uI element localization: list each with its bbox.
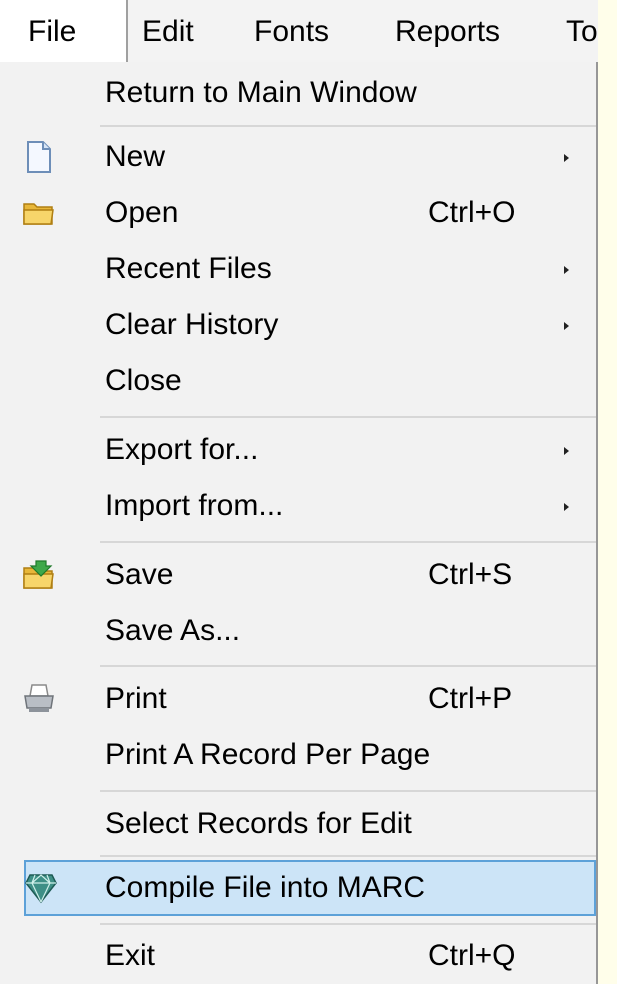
submenu-arrow-icon (564, 503, 569, 511)
menu-separator (100, 541, 596, 543)
submenu-arrow-icon (564, 266, 569, 274)
menu-bar: File Edit Fonts Reports To (0, 0, 598, 62)
menu-item-new[interactable]: New (0, 129, 596, 185)
submenu-arrow-icon (564, 447, 569, 455)
menu-tools[interactable]: To (566, 0, 598, 62)
menu-separator (100, 665, 596, 667)
menu-item-label: Close (105, 364, 182, 397)
menu-fonts[interactable]: Fonts (254, 0, 329, 62)
menu-item-label: Save As... (105, 614, 241, 647)
menu-item-close[interactable]: Close (0, 353, 596, 409)
menu-item-label: Save (105, 558, 174, 591)
menu-separator (100, 790, 596, 792)
new-document-icon (22, 140, 56, 174)
menu-item-label: Print A Record Per Page (105, 738, 431, 771)
shortcut-label: Ctrl+P (428, 682, 513, 715)
menu-separator (100, 416, 596, 418)
menu-item-label: Select Records for Edit (105, 807, 412, 840)
menu-separator (100, 923, 596, 925)
menu-item-label: Return to Main Window (105, 76, 417, 109)
file-menu-dropdown: Return to Main Window New Open Ctrl+O Re… (0, 62, 598, 984)
menu-item-label: Import from... (105, 489, 284, 522)
menu-item-recent-files[interactable]: Recent Files (0, 241, 596, 297)
submenu-arrow-icon (564, 322, 569, 330)
menu-item-clear-history[interactable]: Clear History (0, 297, 596, 353)
shortcut-label: Ctrl+Q (428, 939, 516, 972)
menu-item-print-record-per-page[interactable]: Print A Record Per Page (0, 727, 596, 783)
shortcut-label: Ctrl+S (428, 558, 513, 591)
menu-item-return-main[interactable]: Return to Main Window (0, 65, 596, 121)
menu-item-label: Recent Files (105, 252, 272, 285)
save-folder-icon (22, 558, 56, 592)
menu-item-save[interactable]: Save Ctrl+S (0, 547, 596, 603)
menu-item-save-as[interactable]: Save As... (0, 603, 596, 659)
menu-item-label: New (105, 140, 166, 173)
menu-item-compile-marc[interactable]: Compile File into MARC (24, 860, 596, 916)
menu-item-print[interactable]: Print Ctrl+P (0, 671, 596, 727)
menu-item-label: Print (105, 682, 167, 715)
menu-item-open[interactable]: Open Ctrl+O (0, 185, 596, 241)
menu-separator (100, 125, 596, 127)
menu-edit[interactable]: Edit (142, 0, 194, 62)
printer-icon (22, 682, 56, 716)
submenu-arrow-icon (564, 154, 569, 162)
menu-item-label: Open (105, 196, 179, 229)
shortcut-label: Ctrl+O (428, 196, 516, 229)
menu-reports[interactable]: Reports (395, 0, 500, 62)
menu-item-label: Exit (105, 939, 156, 972)
menu-item-exit[interactable]: Exit Ctrl+Q (0, 928, 596, 984)
menu-file[interactable]: File (0, 0, 128, 62)
menu-item-import-from[interactable]: Import from... (0, 478, 596, 534)
menu-item-export-for[interactable]: Export for... (0, 422, 596, 478)
folder-icon (22, 196, 56, 230)
menu-item-label: Compile File into MARC (105, 871, 426, 904)
menu-item-label: Export for... (105, 433, 259, 466)
menu-item-label: Clear History (105, 308, 279, 341)
menu-item-select-records[interactable]: Select Records for Edit (0, 796, 596, 852)
diamond-compile-icon (24, 871, 58, 905)
menu-separator (100, 855, 596, 857)
